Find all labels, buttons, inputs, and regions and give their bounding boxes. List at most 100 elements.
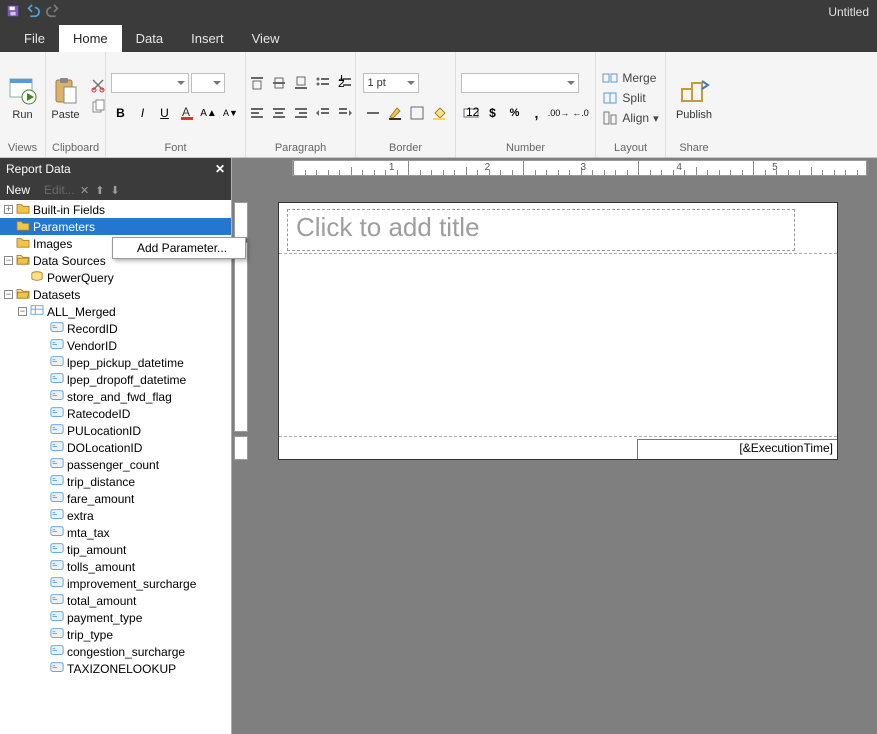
tree-builtin-fields[interactable]: + Built-in Fields xyxy=(0,201,231,218)
comma-button[interactable]: , xyxy=(527,103,547,123)
align-middle-button[interactable] xyxy=(269,73,289,93)
tab-data[interactable]: Data xyxy=(122,25,177,52)
border-style-button[interactable] xyxy=(363,103,383,123)
undo-icon[interactable] xyxy=(26,4,40,21)
currency-button[interactable]: $ xyxy=(483,103,503,123)
run-button[interactable]: Run xyxy=(1,73,45,123)
tree-field[interactable]: total_amount xyxy=(0,592,231,609)
font-size-combo[interactable] xyxy=(191,73,225,93)
tab-file[interactable]: File xyxy=(10,25,59,52)
tree-datasource-powerquery[interactable]: PowerQuery xyxy=(0,269,231,286)
increase-indent-button[interactable] xyxy=(335,103,355,123)
align-button[interactable]: Align ▾ xyxy=(602,110,658,126)
field-icon xyxy=(50,440,64,455)
report-title-placeholder[interactable]: Click to add title xyxy=(287,209,795,251)
align-center-button[interactable] xyxy=(269,103,289,123)
report-data-tree[interactable]: + Built-in Fields Parameters Images − Da… xyxy=(0,200,231,734)
borders-button[interactable] xyxy=(407,103,427,123)
field-icon xyxy=(50,372,64,387)
group-border-label: Border xyxy=(362,140,449,157)
field-icon xyxy=(50,406,64,421)
menu-bar: File Home Data Insert View xyxy=(0,24,877,52)
tree-parameters[interactable]: Parameters xyxy=(0,218,231,235)
tree-field[interactable]: VendorID xyxy=(0,337,231,354)
percent-button[interactable]: % xyxy=(505,103,525,123)
tree-field[interactable]: RecordID xyxy=(0,320,231,337)
underline-button[interactable]: U xyxy=(155,103,175,123)
tree-field[interactable]: improvement_surcharge xyxy=(0,575,231,592)
tree-field[interactable]: lpep_dropoff_datetime xyxy=(0,371,231,388)
tab-insert[interactable]: Insert xyxy=(177,25,238,52)
placeholder-button[interactable]: 123 xyxy=(461,103,481,123)
shrink-font-button[interactable]: A▼ xyxy=(221,103,241,123)
tree-field[interactable]: RatecodeID xyxy=(0,405,231,422)
field-icon xyxy=(50,661,64,676)
align-right-button[interactable] xyxy=(291,103,311,123)
tree-field[interactable]: tolls_amount xyxy=(0,558,231,575)
parameters-context-menu: Add Parameter... xyxy=(112,237,246,259)
decrease-indent-button[interactable] xyxy=(313,103,333,123)
folder-open-icon xyxy=(16,287,30,302)
redo-icon[interactable] xyxy=(46,4,60,21)
tree-field[interactable]: extra xyxy=(0,507,231,524)
decrease-decimal-button[interactable]: ←.0 xyxy=(571,103,591,123)
report-page[interactable]: Click to add title [&ExecutionTime] xyxy=(278,202,838,460)
tree-field[interactable]: payment_type xyxy=(0,609,231,626)
group-layout-label: Layout xyxy=(602,140,659,157)
align-bottom-button[interactable] xyxy=(291,73,311,93)
align-left-button[interactable] xyxy=(247,103,267,123)
dataset-icon xyxy=(30,304,44,319)
folder-icon xyxy=(16,219,30,234)
grow-font-button[interactable]: A▲ xyxy=(199,103,219,123)
merge-button[interactable]: Merge xyxy=(602,70,656,86)
vertical-ruler-header xyxy=(234,202,248,238)
tree-datasets[interactable]: − Datasets xyxy=(0,286,231,303)
group-views-label: Views xyxy=(6,140,39,157)
tab-view[interactable]: View xyxy=(238,25,294,52)
font-family-combo[interactable] xyxy=(111,73,189,93)
publish-button[interactable]: Publish xyxy=(670,73,718,123)
border-weight-combo[interactable]: 1 pt xyxy=(363,73,419,93)
tree-field[interactable]: PULocationID xyxy=(0,422,231,439)
tree-field[interactable]: DOLocationID xyxy=(0,439,231,456)
align-top-button[interactable] xyxy=(247,73,267,93)
tree-field[interactable]: passenger_count xyxy=(0,456,231,473)
tree-dataset-allmerged[interactable]: − ALL_Merged xyxy=(0,303,231,320)
border-color-button[interactable] xyxy=(385,103,405,123)
increase-decimal-button[interactable]: .00→ xyxy=(549,103,569,123)
group-number-label: Number xyxy=(462,140,589,157)
fill-color-button[interactable] xyxy=(429,103,449,123)
add-parameter-menuitem[interactable]: Add Parameter... xyxy=(113,238,245,258)
panel-edit-button[interactable]: Edit... xyxy=(44,183,75,197)
tree-field[interactable]: mta_tax xyxy=(0,524,231,541)
panel-new-button[interactable]: New xyxy=(6,183,30,197)
tree-field[interactable]: trip_type xyxy=(0,626,231,643)
panel-delete-icon[interactable]: ✕ xyxy=(80,184,89,197)
save-icon[interactable] xyxy=(6,4,20,21)
split-button[interactable]: Split xyxy=(602,90,645,106)
paste-button[interactable]: Paste xyxy=(44,73,88,123)
italic-button[interactable]: I xyxy=(133,103,153,123)
panel-close-icon[interactable]: ✕ xyxy=(215,162,225,176)
bullets-button[interactable] xyxy=(313,73,333,93)
numbering-button[interactable]: 12 xyxy=(335,73,355,93)
tree-field[interactable]: lpep_pickup_datetime xyxy=(0,354,231,371)
cut-icon[interactable] xyxy=(88,75,108,95)
svg-text:123: 123 xyxy=(466,105,479,119)
tree-field[interactable]: store_and_fwd_flag xyxy=(0,388,231,405)
tree-field[interactable]: TAXIZONELOOKUP xyxy=(0,660,231,677)
panel-movedown-icon[interactable]: ⬇ xyxy=(110,184,119,197)
panel-moveup-icon[interactable]: ⬆ xyxy=(95,184,104,197)
tree-field[interactable]: trip_distance xyxy=(0,473,231,490)
number-format-combo[interactable] xyxy=(461,73,579,93)
tree-field[interactable]: congestion_surcharge xyxy=(0,643,231,660)
tree-field[interactable]: fare_amount xyxy=(0,490,231,507)
field-icon xyxy=(50,457,64,472)
font-color-button[interactable]: A xyxy=(177,103,197,123)
execution-time-textbox[interactable]: [&ExecutionTime] xyxy=(637,439,837,459)
bold-button[interactable]: B xyxy=(111,103,131,123)
tree-field[interactable]: tip_amount xyxy=(0,541,231,558)
copy-icon[interactable] xyxy=(88,97,108,117)
design-surface[interactable]: 12345 Click to add title [&ExecutionTime… xyxy=(232,158,877,734)
tab-home[interactable]: Home xyxy=(59,25,122,52)
